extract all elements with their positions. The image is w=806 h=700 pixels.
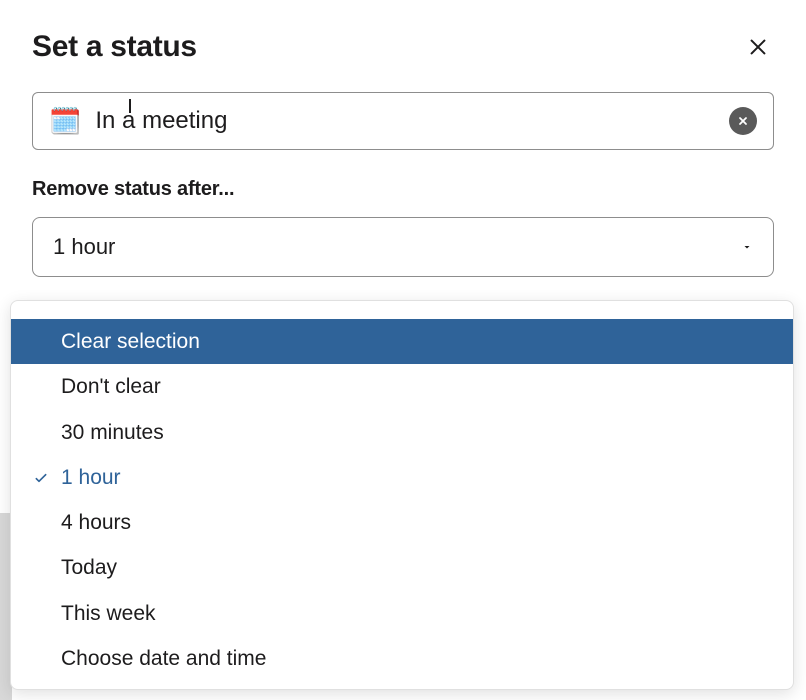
modal-title: Set a status bbox=[32, 30, 197, 64]
text-cursor bbox=[129, 99, 131, 113]
remove-after-label: Remove status after... bbox=[32, 178, 774, 201]
dropdown-item-label: Today bbox=[61, 556, 117, 579]
dropdown-item[interactable]: 30 minutes bbox=[11, 410, 793, 455]
dropdown-item-label: Choose date and time bbox=[61, 647, 266, 670]
dropdown-item[interactable]: Don't clear bbox=[11, 364, 793, 409]
duration-dropdown: Clear selection Don't clear 30 minutes 1 ho… bbox=[10, 300, 794, 690]
status-text-input[interactable]: In a meeting bbox=[95, 107, 729, 135]
dropdown-item-label: Don't clear bbox=[61, 375, 161, 398]
dropdown-item[interactable]: Clear selection bbox=[11, 319, 793, 364]
check-icon bbox=[33, 470, 49, 486]
dropdown-item[interactable]: 1 hour bbox=[11, 455, 793, 500]
duration-select[interactable]: 1 hour bbox=[32, 217, 774, 277]
dropdown-item[interactable]: This week bbox=[11, 591, 793, 636]
dropdown-item-label: 1 hour bbox=[61, 466, 121, 489]
dropdown-item-label: Clear selection bbox=[61, 330, 200, 353]
close-button[interactable] bbox=[742, 31, 774, 63]
duration-selected-value: 1 hour bbox=[53, 234, 115, 260]
dropdown-item-label: 30 minutes bbox=[61, 421, 164, 444]
x-circle-icon bbox=[737, 115, 749, 127]
dropdown-item-label: This week bbox=[61, 602, 156, 625]
dropdown-item[interactable]: 4 hours bbox=[11, 500, 793, 545]
dropdown-item-label: 4 hours bbox=[61, 511, 131, 534]
set-status-modal: Set a status 🗓️ In a meeting Remove stat… bbox=[0, 0, 806, 277]
chevron-down-icon bbox=[741, 241, 753, 253]
dropdown-item[interactable]: Choose date and time bbox=[11, 636, 793, 681]
status-emoji-picker[interactable]: 🗓️ bbox=[49, 108, 81, 134]
status-input-container[interactable]: 🗓️ In a meeting bbox=[32, 92, 774, 150]
modal-header: Set a status bbox=[32, 30, 774, 64]
dropdown-item[interactable]: Today bbox=[11, 545, 793, 590]
close-icon bbox=[747, 36, 769, 58]
clear-status-button[interactable] bbox=[729, 107, 757, 135]
